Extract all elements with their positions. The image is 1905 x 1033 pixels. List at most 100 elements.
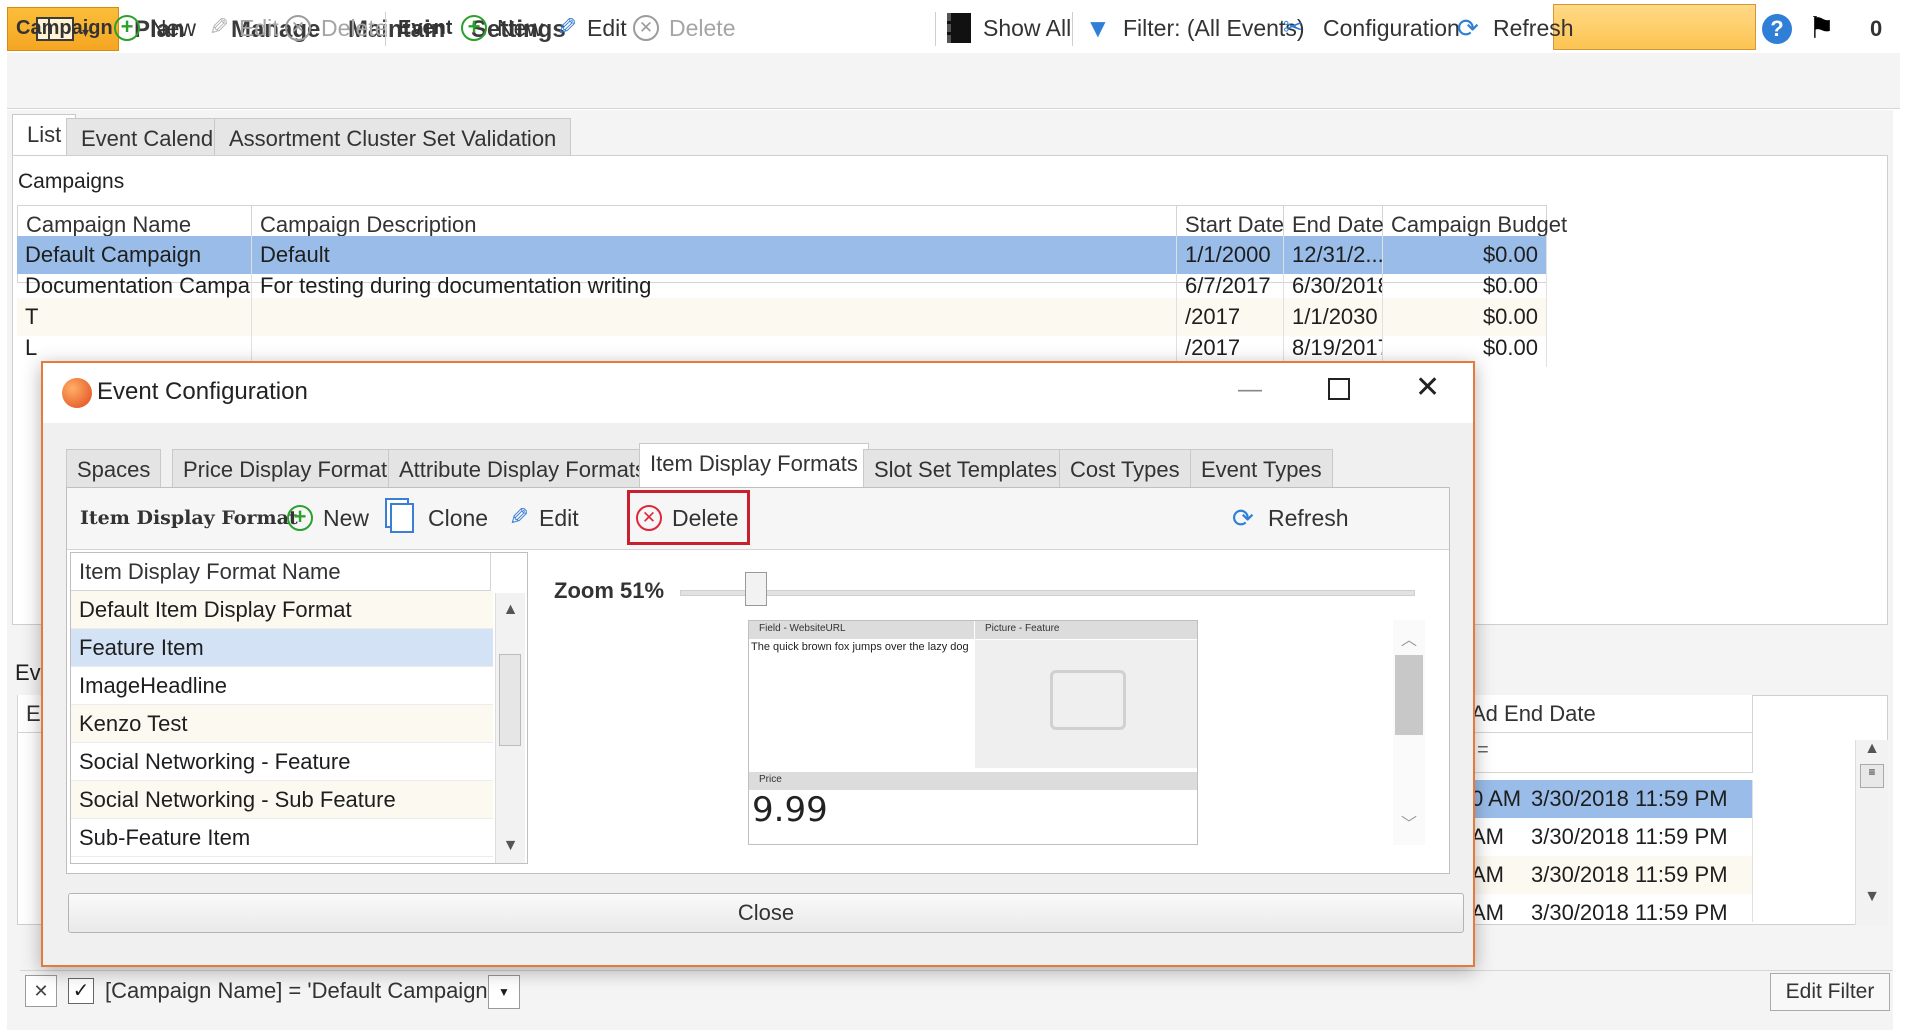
- cell-ad-end-date: 3/30/2018 11:59 PM: [1523, 894, 1753, 922]
- preview-picture-header: Picture - Feature: [975, 621, 1197, 639]
- app-logo-icon: [62, 378, 92, 408]
- format-new-label: New: [323, 504, 370, 531]
- campaign-edit-label: Edit: [239, 14, 279, 41]
- event-edit-label: Edit: [587, 14, 627, 41]
- column-header-item-display-format-name[interactable]: Item Display Format Name: [71, 553, 491, 591]
- event-edit-button[interactable]: ✎ Edit: [551, 10, 627, 46]
- filter-expression[interactable]: [Campaign Name] = 'Default Campaign': [105, 978, 492, 1004]
- tools-icon: ✂: [1283, 14, 1304, 41]
- close-icon[interactable]: ✕: [1415, 370, 1440, 405]
- tab-spaces[interactable]: Spaces: [66, 449, 162, 487]
- film-icon: [947, 13, 971, 43]
- maximize-icon[interactable]: [1328, 378, 1350, 400]
- scroll-up-icon[interactable]: ▲: [496, 601, 525, 619]
- cell-ad-end-date: 3/30/2018 11:59 PM: [1523, 818, 1753, 856]
- tab-attribute-display-formats[interactable]: Attribute Display Formats: [388, 449, 657, 487]
- list-item[interactable]: Feature Item: [71, 629, 493, 667]
- event-delete-button[interactable]: ✕ Delete: [633, 10, 735, 46]
- tab-slot-set-templates[interactable]: Slot Set Templates: [863, 449, 1069, 487]
- format-refresh-button[interactable]: ⟳ Refresh: [1232, 500, 1349, 536]
- show-all-label: Show All: [983, 14, 1072, 41]
- format-edit-button[interactable]: ✎ Edit: [503, 500, 579, 536]
- notification-count: 0: [1870, 16, 1883, 41]
- pencil-icon: ✎: [208, 14, 229, 41]
- refresh-button[interactable]: ⟳ Refresh: [1457, 10, 1574, 46]
- table-row[interactable]: AM 3/30/2018 11:59 PM: [1463, 818, 1753, 856]
- scroll-down-icon[interactable]: ▼: [1856, 888, 1888, 906]
- cell-ad-end-date: 3/30/2018 11:59 PM: [1523, 780, 1753, 818]
- scroll-thumb[interactable]: [499, 654, 521, 746]
- events-title: Ev: [15, 660, 41, 685]
- scroll-thumb[interactable]: [1395, 655, 1423, 735]
- add-icon: +: [461, 15, 487, 41]
- list-item[interactable]: Kenzo Test: [71, 705, 493, 743]
- zoom-label: Zoom 51%: [554, 578, 665, 603]
- configuration-label: Configuration: [1323, 14, 1460, 41]
- list-item[interactable]: ImageHeadline: [71, 667, 493, 705]
- tab-item-display-formats[interactable]: Item Display Formats: [639, 443, 869, 487]
- refresh-icon: ⟳: [1457, 13, 1479, 43]
- chevron-down-icon[interactable]: ▼: [488, 975, 520, 1009]
- delete-icon: ✕: [633, 15, 659, 41]
- clear-filter-icon[interactable]: ✕: [25, 975, 57, 1007]
- equals-filter-icon: =: [1477, 739, 1489, 761]
- tab-assortment-cluster-set-validation[interactable]: Assortment Cluster Set Validation: [214, 118, 572, 156]
- campaign-edit-button[interactable]: ✎ Edit: [203, 10, 279, 46]
- list-item[interactable]: Sub-Feature Item: [71, 819, 493, 857]
- format-new-button[interactable]: + New: [287, 500, 369, 536]
- format-clone-button[interactable]: Clone: [390, 500, 488, 536]
- edit-filter-button[interactable]: Edit Filter: [1770, 973, 1890, 1011]
- campaign-delete-button[interactable]: ✕ Delete: [285, 10, 387, 46]
- refresh-icon: ⟳: [1232, 503, 1254, 533]
- format-delete-button[interactable]: ✕ Delete: [636, 500, 738, 536]
- zoom-slider[interactable]: [680, 590, 1415, 596]
- preview-price-header: Price: [749, 772, 1197, 790]
- format-clone-label: Clone: [428, 504, 489, 531]
- chevron-up-icon[interactable]: ︿: [1393, 626, 1425, 650]
- event-delete-label: Delete: [669, 14, 736, 41]
- filter-cell-ad-end-date[interactable]: =: [1463, 733, 1753, 773]
- preview-price-value: 9.99: [752, 790, 828, 830]
- column-header-ad-end-date[interactable]: Ad End Date: [1463, 695, 1753, 733]
- tab-price-display-formats[interactable]: Price Display Formats: [172, 449, 410, 487]
- preview-field-text: The quick brown fox jumps over the lazy …: [751, 641, 969, 653]
- event-new-label: New: [497, 14, 544, 41]
- add-icon: +: [287, 505, 313, 531]
- scroll-thumb[interactable]: ≡: [1860, 764, 1884, 788]
- flag-icon[interactable]: ⚑: [1808, 12, 1844, 46]
- scroll-up-icon[interactable]: ▲: [1856, 740, 1888, 758]
- dialog-title: Event Configuration: [97, 378, 308, 405]
- zoom-slider-thumb[interactable]: [745, 572, 767, 606]
- filter-button[interactable]: ▼ Filter: (All Events): [1085, 10, 1304, 46]
- event-new-button[interactable]: + New: [461, 10, 543, 46]
- scroll-down-icon[interactable]: ▼: [496, 837, 525, 855]
- list-item[interactable]: Social Networking - Sub Feature: [71, 781, 493, 819]
- tab-event-types[interactable]: Event Types: [1190, 449, 1333, 487]
- list-item[interactable]: Default Item Display Format: [71, 591, 493, 629]
- configuration-button-content[interactable]: ✂ Configuration: [1283, 10, 1460, 46]
- chevron-down-icon[interactable]: ﹀: [1393, 810, 1425, 834]
- list-item[interactable]: Social Networking - Feature: [71, 743, 493, 781]
- tab-cost-types[interactable]: Cost Types: [1059, 449, 1191, 487]
- help-icon[interactable]: ?: [1762, 14, 1792, 44]
- minimize-icon[interactable]: —: [1238, 376, 1262, 404]
- toolbar-divider: [1072, 12, 1073, 46]
- item-display-format-label: Item Display Format: [80, 507, 298, 529]
- main-toolbar: [7, 53, 1900, 109]
- filter-enabled-checkbox[interactable]: ✓: [68, 978, 94, 1004]
- show-all-button[interactable]: Show All: [947, 10, 1071, 46]
- event-group-label: Event: [398, 17, 453, 39]
- close-button[interactable]: Close: [68, 893, 1464, 933]
- image-placeholder-icon: [1050, 670, 1126, 730]
- campaign-new-label: New: [150, 14, 197, 41]
- configuration-button[interactable]: [1553, 4, 1756, 50]
- events-scrollbar[interactable]: ▲ ≡ ▼: [1855, 740, 1888, 925]
- delete-icon: ✕: [285, 15, 311, 41]
- cell-ad-end-date: 3/30/2018 11:59 PM: [1523, 856, 1753, 894]
- refresh-label: Refresh: [1493, 14, 1574, 41]
- table-row[interactable]: 0 AM 3/30/2018 11:59 PM: [1463, 780, 1753, 818]
- campaign-new-button[interactable]: + New: [114, 10, 196, 46]
- toolbar-divider: [935, 12, 936, 46]
- table-row[interactable]: AM 3/30/2018 11:59 PM: [1463, 856, 1753, 894]
- table-row[interactable]: AM 3/30/2018 11:59 PM: [1463, 894, 1753, 922]
